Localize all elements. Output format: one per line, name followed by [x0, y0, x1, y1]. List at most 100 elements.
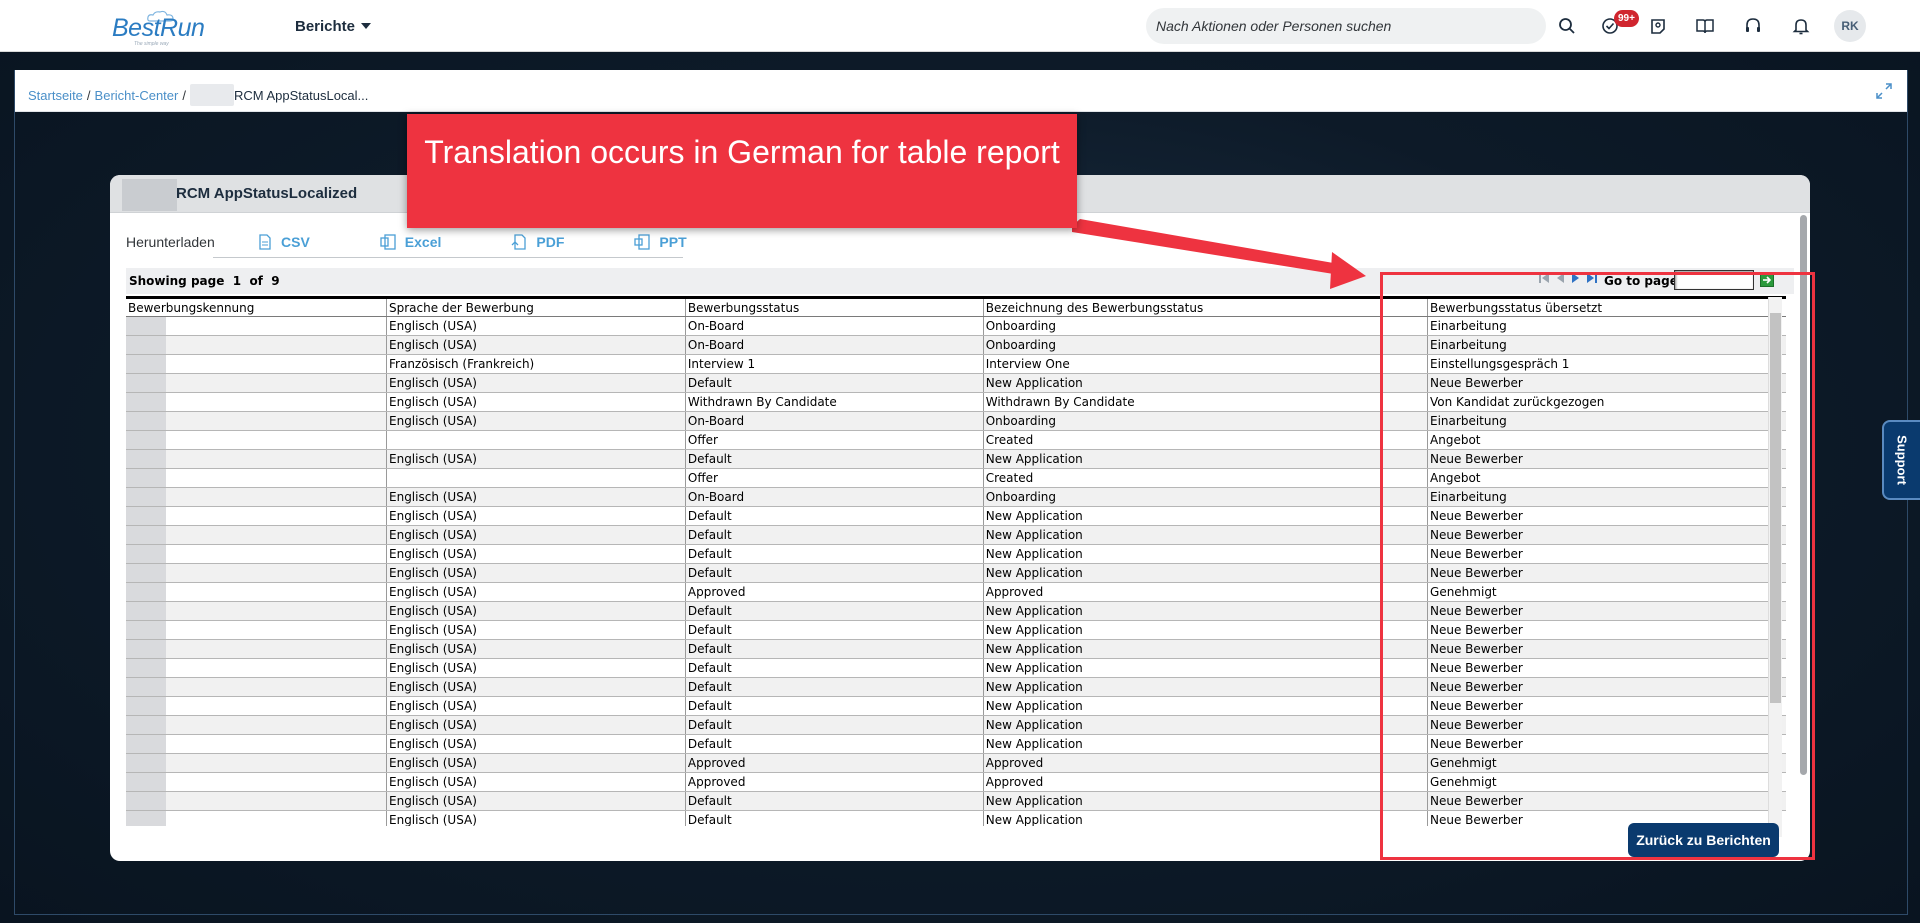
status-cell: Approved	[684, 753, 984, 773]
download-ppt-button[interactable]: PPT	[634, 234, 687, 250]
application-id-cell	[126, 658, 387, 678]
download-excel-button[interactable]: Excel	[380, 234, 441, 250]
download-pdf-button[interactable]: PDF	[511, 234, 564, 250]
status-cell: Default	[684, 620, 984, 640]
status-cell: Default	[684, 373, 984, 393]
status-cell: Offer	[684, 468, 984, 488]
status-cell: Default	[684, 544, 984, 564]
status-cell: Default	[684, 715, 984, 735]
application-id-cell	[126, 791, 387, 811]
language-cell: Englisch (USA)	[386, 392, 686, 412]
application-id-cell	[126, 753, 387, 773]
status-label-cell: New Application	[982, 677, 1428, 697]
support-tab[interactable]: Support	[1882, 420, 1920, 500]
status-label-cell: Onboarding	[982, 487, 1428, 507]
status-cell: On-Board	[684, 316, 984, 336]
application-id-cell	[126, 696, 387, 716]
logo-tagline: The simple way	[134, 41, 169, 47]
language-cell: Englisch (USA)	[386, 696, 686, 716]
search-input[interactable]	[1146, 8, 1546, 44]
language-cell: Englisch (USA)	[386, 753, 686, 773]
application-id-cell	[126, 487, 387, 507]
language-cell: Englisch (USA)	[386, 563, 686, 583]
language-cell: Englisch (USA)	[386, 810, 686, 826]
learning-book-icon[interactable]	[1692, 13, 1718, 39]
redacted-block	[126, 602, 166, 620]
status-cell: On-Board	[684, 487, 984, 507]
user-avatar[interactable]: RK	[1834, 10, 1866, 42]
status-label-cell: Onboarding	[982, 411, 1428, 431]
column-header[interactable]: Bewerbungskennung	[126, 296, 387, 317]
excel-file-icon	[380, 234, 396, 250]
column-header[interactable]: Sprache der Bewerbung	[386, 296, 686, 317]
application-id-cell	[126, 601, 387, 621]
redacted-block	[126, 735, 166, 753]
application-id-cell	[126, 677, 387, 697]
search-icon[interactable]	[1554, 13, 1580, 39]
status-label-cell: New Application	[982, 639, 1428, 659]
pdf-label: PDF	[536, 234, 565, 250]
shell-bar: BestRun The simple way Berichte 99+ RK	[0, 0, 1920, 52]
notes-icon[interactable]	[1645, 13, 1671, 39]
status-cell: Default	[684, 601, 984, 621]
redacted-block	[189, 84, 234, 106]
application-id-cell	[126, 544, 387, 564]
download-csv-button[interactable]: CSV	[258, 234, 310, 250]
status-cell: Default	[684, 696, 984, 716]
bell-icon[interactable]	[1788, 13, 1814, 39]
column-header[interactable]: Bewerbungsstatus	[684, 296, 984, 317]
redacted-block	[126, 697, 166, 715]
redacted-block	[126, 336, 166, 354]
company-logo[interactable]: BestRun The simple way	[112, 10, 212, 47]
language-cell: Englisch (USA)	[386, 335, 686, 355]
redacted-block	[126, 754, 166, 772]
redacted-block	[126, 659, 166, 677]
reports-menu-button[interactable]: Berichte	[295, 15, 372, 37]
breadcrumb-report-center-link[interactable]: Bericht-Center	[95, 88, 179, 103]
headset-icon[interactable]	[1740, 13, 1766, 39]
status-cell: Default	[684, 525, 984, 545]
application-id-cell	[126, 563, 387, 583]
breadcrumb-bar: Startseite / Bericht-Center / RCM AppSta…	[15, 70, 1907, 112]
language-cell: Englisch (USA)	[386, 449, 686, 469]
language-cell: Englisch (USA)	[386, 639, 686, 659]
status-cell: Default	[684, 791, 984, 811]
status-cell: Interview 1	[684, 354, 984, 374]
redacted-block	[126, 545, 166, 563]
redacted-block	[126, 374, 166, 392]
status-cell: Default	[684, 506, 984, 526]
status-label-cell: New Application	[982, 715, 1428, 735]
redacted-block	[126, 431, 166, 449]
language-cell: Englisch (USA)	[386, 411, 686, 431]
status-label-cell: New Application	[982, 791, 1428, 811]
language-cell: Englisch (USA)	[386, 525, 686, 545]
breadcrumb-current: RCM AppStatusLocal...	[233, 87, 369, 103]
redacted-block	[126, 773, 166, 791]
current-page: 1	[232, 274, 242, 288]
language-cell: Englisch (USA)	[386, 601, 686, 621]
language-cell: Französisch (Frankreich)	[386, 354, 686, 374]
fullscreen-expand-icon[interactable]	[1875, 82, 1893, 100]
redacted-block	[126, 811, 166, 826]
redacted-block	[126, 450, 166, 468]
status-label-cell: Approved	[982, 772, 1428, 792]
status-label-cell: Withdrawn By Candidate	[982, 392, 1428, 412]
report-title: RCM AppStatusLocalized	[176, 185, 358, 202]
language-cell	[386, 468, 686, 488]
csv-label: CSV	[281, 234, 310, 250]
application-id-cell	[126, 430, 387, 450]
language-cell: Englisch (USA)	[386, 506, 686, 526]
column-header[interactable]: Bezeichnung des Bewerbungsstatus	[982, 296, 1428, 317]
breadcrumb-home-link[interactable]: Startseite	[28, 88, 83, 103]
status-label-cell: New Application	[982, 544, 1428, 564]
status-label-cell: New Application	[982, 563, 1428, 583]
application-id-cell	[126, 506, 387, 526]
status-label-cell: Onboarding	[982, 335, 1428, 355]
pdf-file-icon	[511, 234, 527, 250]
logo-text: BestRun	[112, 14, 205, 42]
status-cell: On-Board	[684, 411, 984, 431]
application-id-cell	[126, 734, 387, 754]
redacted-block	[126, 355, 166, 373]
application-id-cell	[126, 411, 387, 431]
status-cell: On-Board	[684, 335, 984, 355]
